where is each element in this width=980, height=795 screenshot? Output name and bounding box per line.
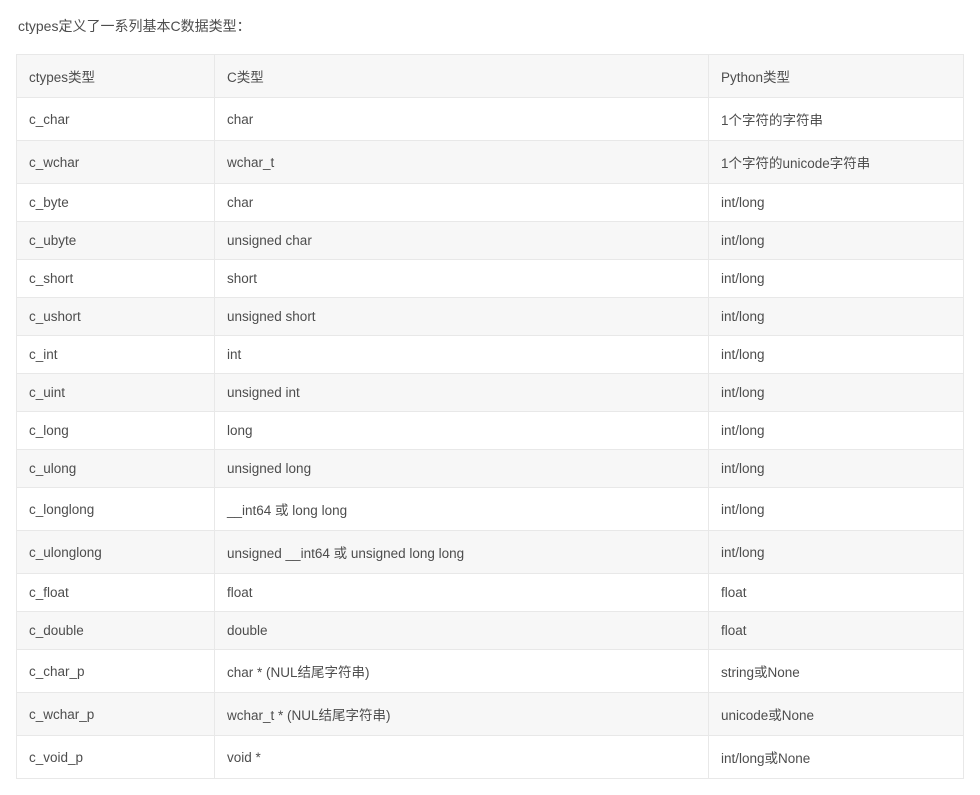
table-row: c_wchar_pwchar_t * (NUL结尾字符串)unicode或Non… [17,693,964,736]
cell-python-type: int/long [709,450,964,488]
cell-python-type: unicode或None [709,693,964,736]
cell-python-type: 1个字符的unicode字符串 [709,141,964,184]
cell-c-type: unsigned int [215,374,709,412]
cell-python-type: int/long [709,260,964,298]
table-row: c_ubyteunsigned charint/long [17,222,964,260]
cell-c-type: __int64 或 long long [215,488,709,531]
table-row: c_longlong__int64 或 long longint/long [17,488,964,531]
cell-c-type: short [215,260,709,298]
table-row: c_charchar1个字符的字符串 [17,98,964,141]
cell-ctypes-type: c_float [17,574,215,612]
cell-c-type: char [215,98,709,141]
cell-python-type: int/long [709,531,964,574]
table-row: c_longlongint/long [17,412,964,450]
table-row: c_bytecharint/long [17,184,964,222]
cell-c-type: unsigned long [215,450,709,488]
header-python-type: Python类型 [709,55,964,98]
cell-ctypes-type: c_long [17,412,215,450]
cell-ctypes-type: c_ushort [17,298,215,336]
cell-ctypes-type: c_char_p [17,650,215,693]
cell-python-type: int/long或None [709,736,964,779]
cell-python-type: int/long [709,336,964,374]
cell-python-type: int/long [709,184,964,222]
table-row: c_ulonglongunsigned __int64 或 unsigned l… [17,531,964,574]
cell-ctypes-type: c_void_p [17,736,215,779]
cell-ctypes-type: c_longlong [17,488,215,531]
cell-ctypes-type: c_ulonglong [17,531,215,574]
cell-python-type: string或None [709,650,964,693]
cell-c-type: unsigned char [215,222,709,260]
table-row: c_intintint/long [17,336,964,374]
cell-c-type: double [215,612,709,650]
table-row: c_ushortunsigned shortint/long [17,298,964,336]
intro-text: ctypes定义了一系列基本C数据类型： [16,16,964,36]
header-c-type: C类型 [215,55,709,98]
cell-ctypes-type: c_double [17,612,215,650]
cell-ctypes-type: c_uint [17,374,215,412]
table-row: c_floatfloatfloat [17,574,964,612]
cell-c-type: void * [215,736,709,779]
cell-ctypes-type: c_wchar [17,141,215,184]
cell-python-type: float [709,612,964,650]
table-row: c_shortshortint/long [17,260,964,298]
cell-python-type: int/long [709,222,964,260]
cell-python-type: int/long [709,488,964,531]
cell-c-type: wchar_t * (NUL结尾字符串) [215,693,709,736]
cell-python-type: int/long [709,412,964,450]
cell-python-type: 1个字符的字符串 [709,98,964,141]
cell-c-type: long [215,412,709,450]
cell-c-type: char [215,184,709,222]
header-ctypes-type: ctypes类型 [17,55,215,98]
cell-python-type: int/long [709,374,964,412]
table-row: c_wcharwchar_t1个字符的unicode字符串 [17,141,964,184]
table-row: c_uintunsigned intint/long [17,374,964,412]
cell-ctypes-type: c_int [17,336,215,374]
table-header-row: ctypes类型 C类型 Python类型 [17,55,964,98]
table-row: c_doubledoublefloat [17,612,964,650]
cell-c-type: wchar_t [215,141,709,184]
cell-c-type: unsigned __int64 或 unsigned long long [215,531,709,574]
cell-ctypes-type: c_ubyte [17,222,215,260]
cell-ctypes-type: c_wchar_p [17,693,215,736]
cell-c-type: float [215,574,709,612]
table-row: c_char_pchar * (NUL结尾字符串)string或None [17,650,964,693]
cell-c-type: unsigned short [215,298,709,336]
cell-ctypes-type: c_byte [17,184,215,222]
cell-python-type: float [709,574,964,612]
table-row: c_ulongunsigned longint/long [17,450,964,488]
ctypes-table: ctypes类型 C类型 Python类型 c_charchar1个字符的字符串… [16,54,964,779]
cell-ctypes-type: c_ulong [17,450,215,488]
cell-c-type: char * (NUL结尾字符串) [215,650,709,693]
cell-ctypes-type: c_char [17,98,215,141]
cell-ctypes-type: c_short [17,260,215,298]
table-row: c_void_pvoid *int/long或None [17,736,964,779]
cell-python-type: int/long [709,298,964,336]
cell-c-type: int [215,336,709,374]
